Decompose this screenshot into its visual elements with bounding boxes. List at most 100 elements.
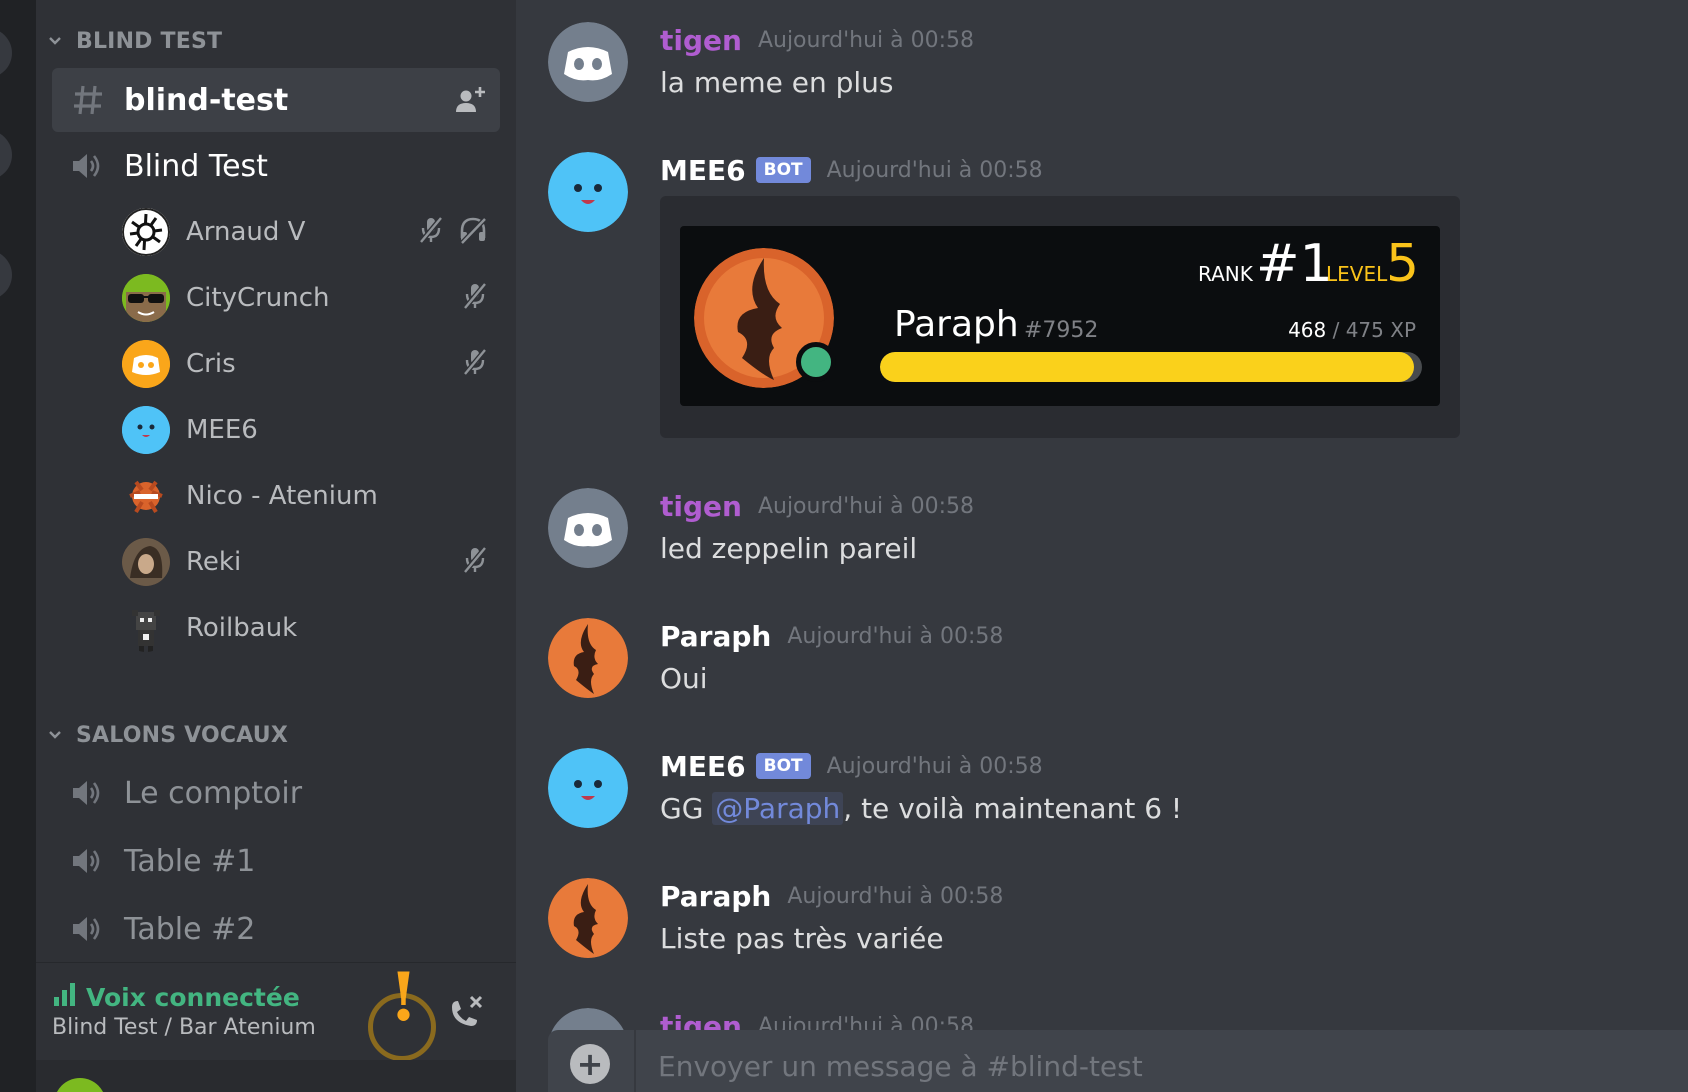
message-timestamp: Aujourd'hui à 00:58 (787, 623, 1004, 649)
voice-channel-table-1[interactable]: Table #1 (52, 829, 500, 893)
mic-muted-icon (462, 348, 488, 380)
message-timestamp: Aujourd'hui à 00:58 (826, 753, 1043, 779)
xp-total: / 475 XP (1332, 318, 1416, 342)
rank-username: Paraph (894, 304, 1019, 345)
avatar (122, 406, 170, 454)
xp-progress-fill (880, 352, 1414, 382)
xp-current: 468 (1288, 318, 1327, 342)
mic-muted-icon (462, 282, 488, 314)
channel-name: Le comptoir (124, 775, 303, 811)
avatar[interactable] (548, 152, 628, 232)
category-salons-vocaux[interactable]: SALONS VOCAUX (44, 720, 288, 750)
add-member-icon[interactable] (456, 86, 486, 114)
message-author[interactable]: Paraph (660, 880, 771, 913)
message-text-before: GG (660, 792, 713, 825)
channel-blind-test[interactable]: blind-test (52, 68, 500, 132)
voice-channel-blind-test[interactable]: Blind Test (52, 134, 500, 198)
message-input[interactable]: Envoyer un message à #blind-test (658, 1050, 1143, 1083)
rank-embed: RANK #1 LEVEL 5 Paraph #7952 468 / 475 X… (660, 196, 1460, 438)
message-timestamp: Aujourd'hui à 00:58 (826, 157, 1043, 183)
disconnect-icon[interactable] (446, 993, 486, 1037)
message-author[interactable]: Paraph (660, 620, 771, 653)
category-blind-test[interactable]: BLIND TEST (44, 26, 222, 56)
message-text: led zeppelin pareil (660, 532, 918, 565)
voice-status[interactable]: Voix connectée (52, 981, 300, 1013)
voice-user-name: Reki (186, 547, 242, 577)
avatar (122, 538, 170, 586)
message-timestamp: Aujourd'hui à 00:58 (787, 883, 1004, 909)
channel-name: Blind Test (124, 148, 268, 184)
channel-name: blind-test (124, 82, 289, 118)
voice-connection-panel: Voix connectée Blind Test / Bar Atenium … (36, 958, 516, 1061)
voice-user-name: CityCrunch (186, 283, 330, 313)
voice-user-name: Nico - Atenium (186, 481, 378, 511)
server-icon[interactable] (0, 130, 12, 180)
server-icon[interactable] (0, 28, 12, 78)
voice-user[interactable]: Arnaud V (122, 204, 502, 260)
avatar[interactable] (548, 488, 628, 568)
speaker-icon (68, 914, 108, 944)
message-author[interactable]: tigen (660, 490, 742, 523)
mic-muted-icon (418, 216, 444, 248)
avatar (122, 340, 170, 388)
message-author[interactable]: tigen (660, 24, 742, 57)
chat-area: tigen Aujourd'hui à 00:58 la meme en plu… (516, 0, 1688, 1092)
voice-user[interactable]: Roilbauk (122, 600, 502, 656)
message-text: Oui (660, 662, 708, 695)
voice-user-name: Cris (186, 349, 236, 379)
channel-name: Table #2 (124, 911, 256, 947)
avatar[interactable] (548, 748, 628, 828)
voice-user[interactable]: Cris (122, 336, 502, 392)
message-text: GG @Paraph, te voilà maintenant 6 ! (660, 792, 1182, 825)
voice-user[interactable]: MEE6 (122, 402, 502, 458)
avatar (122, 604, 170, 652)
bot-badge: BOT (755, 753, 811, 779)
warning-icon[interactable]: ! (368, 958, 436, 1061)
voice-user[interactable]: CityCrunch (122, 270, 502, 326)
voice-user-name: Arnaud V (186, 217, 306, 247)
speaker-icon (68, 778, 108, 808)
speaker-icon (68, 846, 108, 876)
attach-plus-icon[interactable]: + (570, 1044, 610, 1084)
message-text: Liste pas très variée (660, 922, 944, 955)
voice-location[interactable]: Blind Test / Bar Atenium (52, 1015, 316, 1040)
avatar[interactable] (54, 1078, 106, 1092)
rank-label: RANK (1198, 262, 1253, 286)
message-timestamp: Aujourd'hui à 00:58 (757, 493, 974, 519)
server-icon[interactable] (0, 250, 12, 300)
level-label: LEVEL (1326, 262, 1388, 286)
rank-value: #1 (1256, 234, 1333, 294)
channel-name: Table #1 (124, 843, 256, 879)
voice-channel-le-comptoir[interactable]: Le comptoir (52, 761, 500, 825)
rank-card: RANK #1 LEVEL 5 Paraph #7952 468 / 475 X… (680, 226, 1440, 406)
avatar[interactable] (548, 22, 628, 102)
online-status-icon (796, 342, 836, 382)
deafened-icon (458, 216, 488, 248)
voice-user[interactable]: Reki (122, 534, 502, 590)
bot-badge: BOT (755, 157, 811, 183)
message-author[interactable]: MEE6 (660, 154, 746, 187)
user-mention[interactable]: @Paraph (712, 792, 844, 825)
xp-readout: 468 / 475 XP (1288, 318, 1416, 342)
voice-user-name: Roilbauk (186, 613, 298, 643)
rank-discriminator: #7952 (1024, 318, 1099, 343)
message-author[interactable]: MEE6 (660, 750, 746, 783)
xp-progress-bar (880, 352, 1422, 382)
speaker-icon (68, 151, 108, 181)
user-panel (36, 1060, 516, 1092)
voice-user-name: MEE6 (186, 415, 258, 445)
avatar[interactable] (548, 618, 628, 698)
avatar[interactable] (548, 878, 628, 958)
avatar (122, 274, 170, 322)
voice-status-text: Voix connectée (86, 982, 300, 1012)
channel-sidebar: BLIND TEST blind-test Blind Test Arnaud … (36, 0, 516, 1092)
signal-icon (52, 981, 78, 1013)
chevron-down-icon (44, 36, 66, 46)
voice-channel-table-2[interactable]: Table #2 (52, 897, 500, 961)
category-label: BLIND TEST (76, 28, 223, 54)
voice-user[interactable]: Nico - Atenium (122, 468, 502, 524)
chevron-down-icon (44, 730, 66, 740)
hash-icon (68, 83, 108, 117)
message-composer: + Envoyer un message à #blind-test (548, 1030, 1688, 1092)
avatar (122, 472, 170, 520)
